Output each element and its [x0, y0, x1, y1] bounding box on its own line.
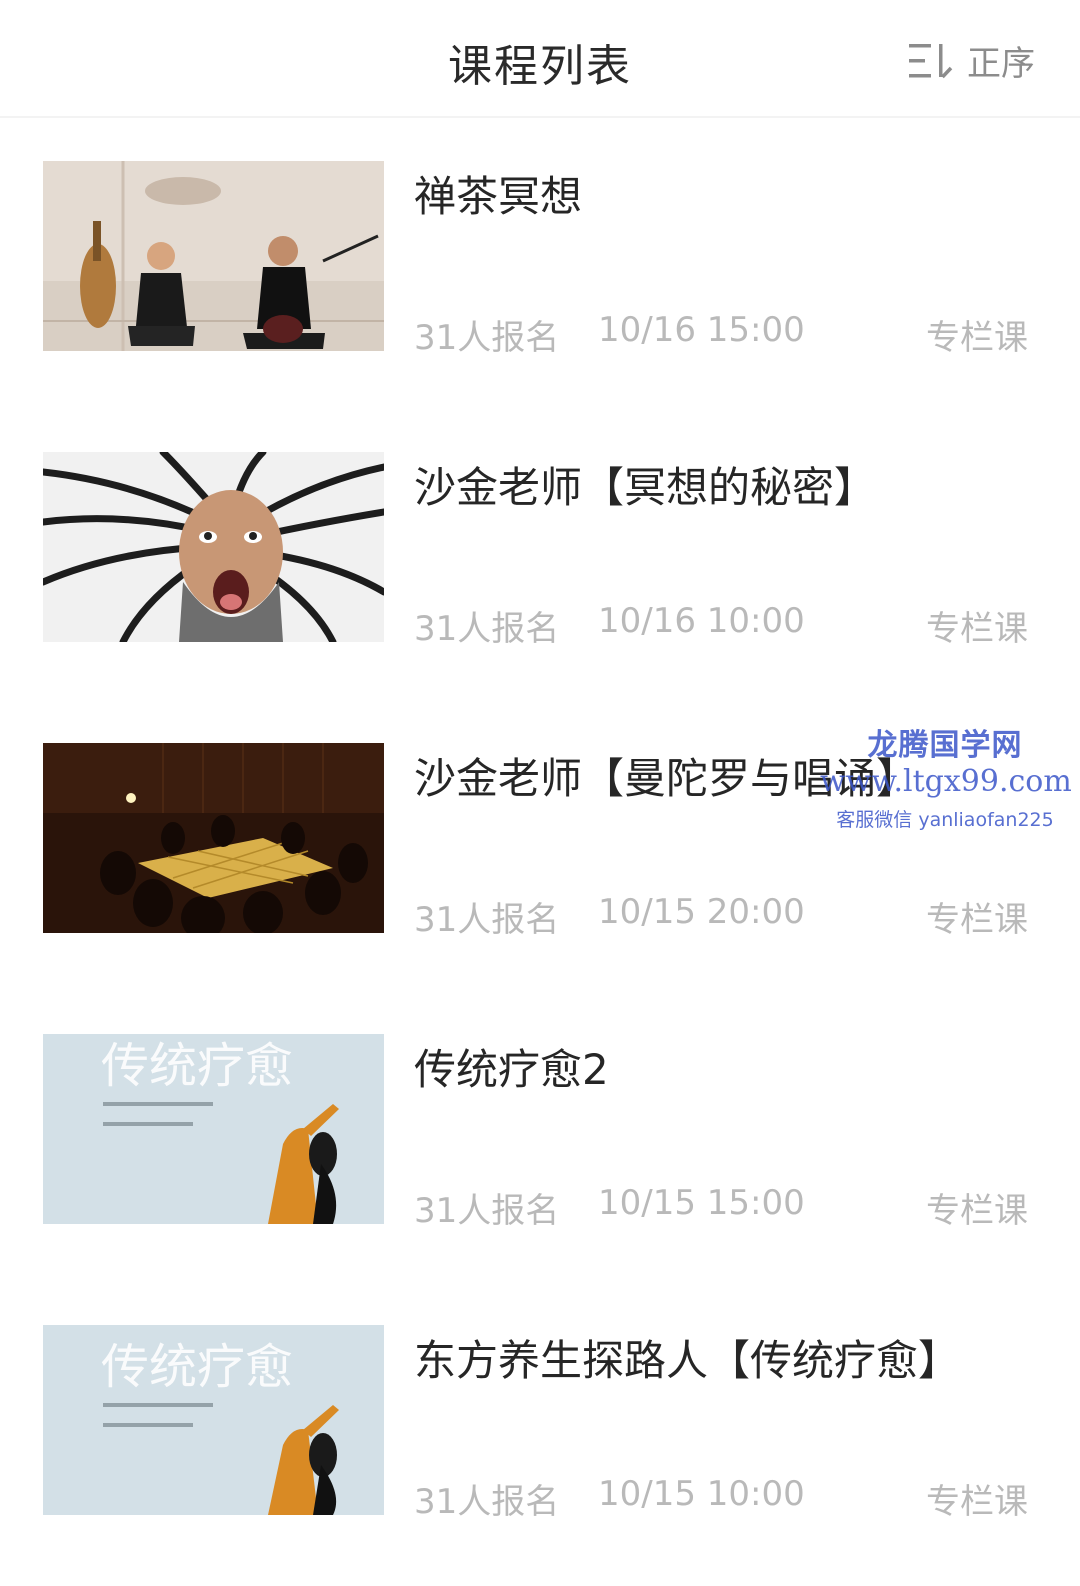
course-type-tag: 专栏课: [926, 1191, 1028, 1231]
enroll-count: 31人报名: [414, 1191, 560, 1231]
enroll-count: 31人报名: [414, 900, 560, 940]
course-title: 禅茶冥想: [414, 172, 583, 221]
course-time: 10/15 15:00: [598, 1183, 805, 1223]
course-thumbnail: [43, 452, 384, 642]
course-time: 10/16 10:00: [598, 601, 805, 641]
enroll-count: 31人报名: [414, 1482, 560, 1522]
course-thumbnail: 传统疗愈: [43, 1034, 384, 1224]
course-title: 传统疗愈2: [414, 1045, 609, 1094]
zen-tea-meditation-image: [43, 161, 384, 351]
watermark-url: www.ltgx99.com: [820, 764, 1072, 799]
sort-label: 正序: [967, 44, 1035, 84]
header-bar: 课程列表 正序: [0, 0, 1080, 118]
watermark: 龙腾国学网 www.ltgx99.com 客服微信 yanliaofan225: [820, 720, 1072, 832]
course-time: 10/15 20:00: [598, 892, 805, 932]
course-type-tag: 专栏课: [926, 900, 1028, 940]
watermark-contact: 客服微信 yanliaofan225: [836, 809, 1054, 831]
course-time: 10/16 15:00: [598, 310, 805, 350]
thumbnail-caption: 传统疗愈: [101, 1339, 293, 1395]
course-type-tag: 专栏课: [926, 1482, 1028, 1522]
eastern-healing-image: 传统疗愈: [43, 1325, 384, 1515]
sort-order-button[interactable]: 正序: [907, 36, 1035, 85]
sort-ascending-icon: [909, 43, 953, 78]
traditional-healing-image: 传统疗愈: [43, 1034, 384, 1224]
mandala-chanting-image: [43, 743, 384, 933]
course-thumbnail: [43, 743, 384, 933]
watermark-name: 龙腾国学网: [867, 728, 1023, 763]
course-type-tag: 专栏课: [926, 318, 1028, 358]
course-thumbnail: [43, 161, 384, 351]
course-thumbnail: 传统疗愈: [43, 1325, 384, 1515]
course-title: 沙金老师【冥想的秘密】: [414, 463, 877, 512]
course-item[interactable]: 禅茶冥想 31人报名 10/16 15:00 专栏课: [0, 118, 1080, 409]
course-item[interactable]: 传统疗愈 传统疗愈2 31人报名 10/15 15:00 专栏课: [0, 991, 1080, 1282]
enroll-count: 31人报名: [414, 609, 560, 649]
thumbnail-caption: 传统疗愈: [101, 1038, 293, 1094]
meditation-secret-image: [43, 452, 384, 642]
course-time: 10/15 10:00: [598, 1474, 805, 1514]
enroll-count: 31人报名: [414, 318, 560, 358]
course-type-tag: 专栏课: [926, 609, 1028, 649]
course-item[interactable]: 沙金老师【冥想的秘密】 31人报名 10/16 10:00 专栏课: [0, 409, 1080, 700]
course-title: 东方养生探路人【传统疗愈】: [414, 1336, 961, 1385]
course-item[interactable]: 传统疗愈 东方养生探路人【传统疗愈】 31人报名 10/15 10:00 专栏课: [0, 1282, 1080, 1573]
